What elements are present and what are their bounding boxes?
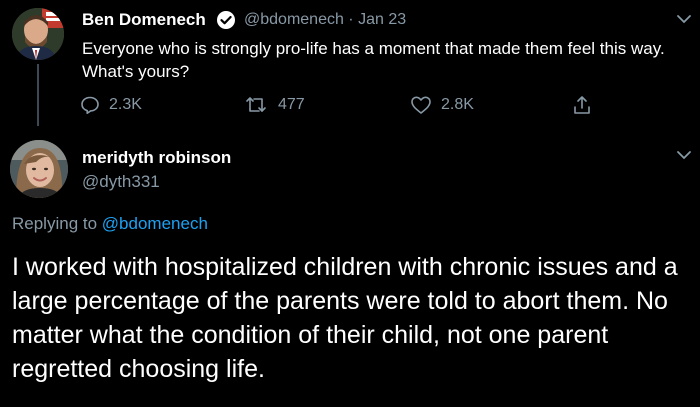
reply-count: 2.3K	[109, 96, 142, 113]
retweet-button[interactable]: 477	[245, 94, 305, 116]
reply-author-handle[interactable]: @dyth331	[82, 172, 160, 192]
verified-badge-icon	[217, 11, 235, 29]
like-count: 2.8K	[441, 96, 474, 113]
replying-to-mention-link[interactable]: @bdomenech	[102, 214, 208, 233]
retweet-count: 477	[278, 96, 305, 113]
avatar-image	[10, 140, 68, 198]
heart-icon	[411, 96, 431, 114]
replying-to-label: Replying to	[12, 214, 98, 233]
chevron-down-icon[interactable]	[676, 150, 692, 160]
tweet-text: Everyone who is strongly pro-life has a …	[82, 39, 665, 81]
reply-icon	[81, 96, 99, 114]
thread-connector-line	[37, 64, 39, 126]
reply-author-name[interactable]: meridyth robinson	[82, 148, 231, 168]
chevron-down-icon[interactable]	[676, 14, 692, 24]
share-icon	[574, 96, 590, 114]
reply-author-avatar[interactable]	[10, 140, 68, 198]
reply-button[interactable]: 2.3K	[80, 94, 142, 116]
replying-to-line: Replying to @bdomenech	[12, 214, 208, 234]
share-button[interactable]	[572, 94, 601, 116]
reply-tweet-text: I worked with hospitalized children with…	[12, 253, 678, 383]
like-button[interactable]: 2.8K	[410, 94, 474, 116]
author-avatar[interactable]	[12, 8, 64, 60]
retweet-icon	[246, 97, 266, 112]
avatar-image	[12, 8, 64, 60]
author-name[interactable]: Ben Domenech	[82, 10, 206, 30]
author-handle-and-date[interactable]: @bdomenech · Jan 23	[244, 11, 406, 29]
